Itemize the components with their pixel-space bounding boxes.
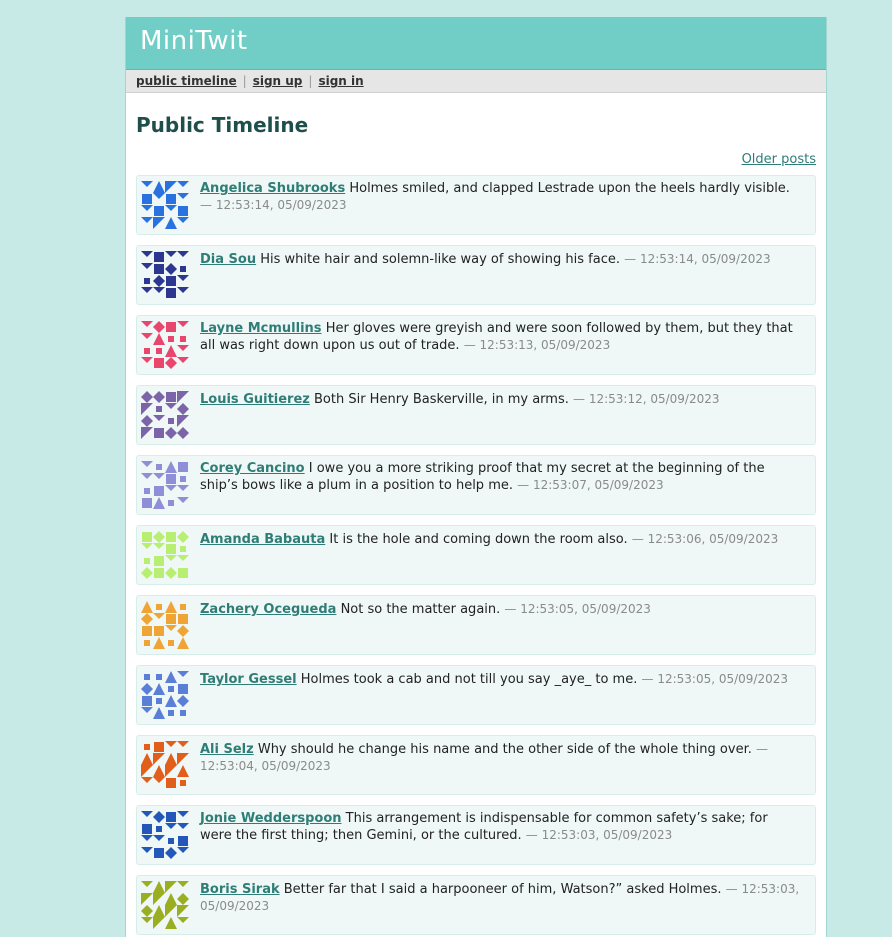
- message-item: Louis Guitierez Both Sir Henry Baskervil…: [136, 385, 816, 445]
- message-body: Holmes took a cab and not till you say _…: [300, 672, 638, 687]
- message-item: Zachery Ocegueda Not so the matter again…: [136, 595, 816, 655]
- avatar-icon[interactable]: [141, 181, 189, 229]
- message-author-link[interactable]: Louis Guitierez: [200, 392, 310, 407]
- message-body: Not so the matter again.: [340, 602, 501, 617]
- message-timestamp: — 12:53:12, 05/09/2023: [573, 392, 720, 406]
- avatar-icon[interactable]: [141, 811, 189, 859]
- message-author-link[interactable]: Taylor Gessel: [200, 672, 297, 687]
- message-body: Better far that I said a harpooneer of h…: [283, 882, 722, 897]
- message-timestamp: — 12:53:07, 05/09/2023: [517, 478, 664, 492]
- message-text: Angelica Shubrooks Holmes smiled, and cl…: [200, 181, 801, 214]
- avatar-icon[interactable]: [141, 671, 189, 719]
- message-item: Layne Mcmullins Her gloves were greyish …: [136, 315, 816, 375]
- pagination: Older posts: [136, 152, 816, 172]
- header: MiniTwit: [126, 17, 826, 70]
- message-item: Ali Selz Why should he change his name a…: [136, 735, 816, 795]
- message-author-link[interactable]: Amanda Babauta: [200, 532, 325, 547]
- avatar-icon[interactable]: [141, 391, 189, 439]
- message-body: Holmes smiled, and clapped Lestrade upon…: [349, 181, 790, 196]
- message-text: Taylor Gessel Holmes took a cab and not …: [200, 671, 801, 688]
- avatar-icon[interactable]: [141, 881, 189, 929]
- message-text: Zachery Ocegueda Not so the matter again…: [200, 601, 801, 618]
- message-item: Corey Cancino I owe you a more striking …: [136, 455, 816, 515]
- message-author-link[interactable]: Ali Selz: [200, 742, 254, 757]
- message-text: Ali Selz Why should he change his name a…: [200, 741, 801, 775]
- avatar-icon[interactable]: [141, 531, 189, 579]
- message-item: Jonie Wedderspoon This arrangement is in…: [136, 805, 816, 865]
- nav-sign-in-link[interactable]: sign in: [318, 74, 363, 88]
- message-author-link[interactable]: Angelica Shubrooks: [200, 181, 345, 196]
- message-author-link[interactable]: Corey Cancino: [200, 461, 305, 476]
- message-timestamp: — 12:53:05, 05/09/2023: [504, 602, 651, 616]
- nav-separator: |: [308, 74, 313, 88]
- nav-sign-up-link[interactable]: sign up: [253, 74, 303, 88]
- message-text: Layne Mcmullins Her gloves were greyish …: [200, 321, 801, 354]
- message-timestamp: — 12:53:14, 05/09/2023: [200, 198, 347, 212]
- page-container: MiniTwit public timeline | sign up | sign in…: [125, 17, 827, 937]
- message-text: Jonie Wedderspoon This arrangement is in…: [200, 811, 801, 844]
- message-text: Louis Guitierez Both Sir Henry Baskervil…: [200, 391, 801, 408]
- message-item: Taylor Gessel Holmes took a cab and not …: [136, 665, 816, 725]
- message-list: Angelica Shubrooks Holmes smiled, and cl…: [136, 175, 816, 935]
- message-author-link[interactable]: Dia Sou: [200, 252, 256, 267]
- message-timestamp: — 12:53:05, 05/09/2023: [641, 672, 789, 686]
- page-body: Public Timeline Older posts Angelica Shu…: [126, 113, 826, 935]
- message-timestamp: — 12:53:14, 05/09/2023: [624, 252, 771, 266]
- nav-public-timeline-link[interactable]: public timeline: [136, 74, 237, 88]
- avatar-icon[interactable]: [141, 461, 189, 509]
- message-body: Both Sir Henry Baskerville, in my arms.: [314, 392, 569, 407]
- message-timestamp: — 12:53:13, 05/09/2023: [463, 338, 611, 352]
- message-body: His white hair and solemn-like way of sh…: [260, 252, 620, 267]
- message-author-link[interactable]: Boris Sirak: [200, 882, 280, 897]
- message-text: Boris Sirak Better far that I said a har…: [200, 881, 801, 915]
- nav-separator: |: [242, 74, 247, 88]
- message-item: Dia Sou His white hair and solemn-like w…: [136, 245, 816, 305]
- message-text: Dia Sou His white hair and solemn-like w…: [200, 251, 801, 268]
- avatar-icon[interactable]: [141, 601, 189, 649]
- message-body: Why should he change his name and the ot…: [257, 742, 752, 757]
- navigation-bar: public timeline | sign up | sign in: [126, 70, 826, 93]
- avatar-icon[interactable]: [141, 741, 189, 789]
- message-text: Amanda Babauta It is the hole and coming…: [200, 531, 801, 548]
- app-logo: MiniTwit: [140, 26, 248, 56]
- message-item: Amanda Babauta It is the hole and coming…: [136, 525, 816, 585]
- message-timestamp: — 12:53:06, 05/09/2023: [631, 532, 779, 546]
- message-author-link[interactable]: Jonie Wedderspoon: [200, 811, 342, 826]
- older-posts-link[interactable]: Older posts: [742, 152, 816, 167]
- message-author-link[interactable]: Layne Mcmullins: [200, 321, 322, 336]
- message-text: Corey Cancino I owe you a more striking …: [200, 461, 801, 494]
- message-timestamp: — 12:53:03, 05/09/2023: [525, 828, 673, 842]
- page-title: Public Timeline: [136, 113, 309, 137]
- avatar-icon[interactable]: [141, 251, 189, 299]
- message-body: It is the hole and coming down the room …: [329, 532, 628, 547]
- avatar-icon[interactable]: [141, 321, 189, 369]
- message-item: Angelica Shubrooks Holmes smiled, and cl…: [136, 175, 816, 235]
- message-author-link[interactable]: Zachery Ocegueda: [200, 602, 336, 617]
- message-item: Boris Sirak Better far that I said a har…: [136, 875, 816, 935]
